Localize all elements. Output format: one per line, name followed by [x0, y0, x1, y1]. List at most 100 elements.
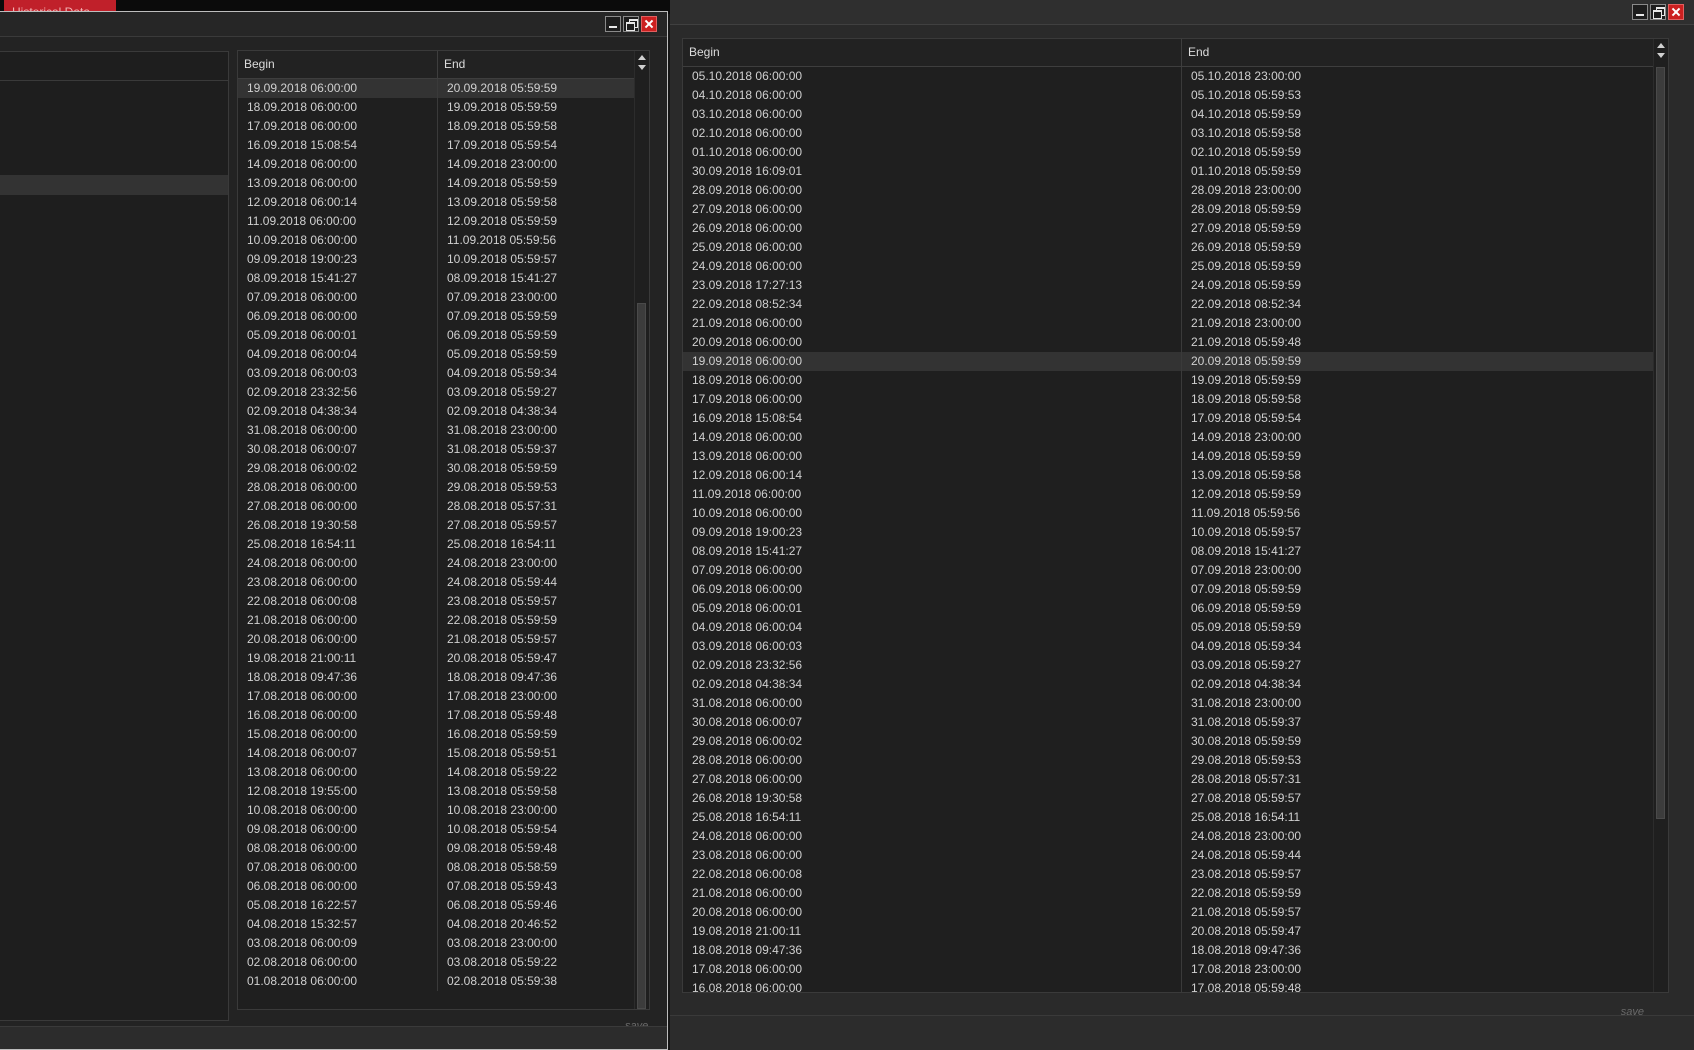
table-row[interactable]: 16.08.2018 06:00:00 17.08.2018 05:59:48: [238, 706, 635, 725]
table-row[interactable]: 07.09.2018 06:00:00 07.09.2018 23:00:00: [238, 288, 635, 307]
table-row[interactable]: 08.09.2018 15:41:27 08.09.2018 15:41:27: [238, 269, 635, 288]
table-row[interactable]: 04.10.2018 06:00:00 05.10.2018 05:59:53: [683, 86, 1654, 105]
table-row[interactable]: 14.09.2018 06:00:00 14.09.2018 23:00:00: [683, 428, 1654, 447]
table-row[interactable]: 14.09.2018 06:00:00 14.09.2018 23:00:00: [238, 155, 635, 174]
column-header-begin[interactable]: Begin: [238, 51, 438, 78]
scrollbar-thumb[interactable]: [1656, 67, 1665, 819]
restore-icon[interactable]: [1650, 4, 1666, 20]
table-row[interactable]: 20.08.2018 06:00:00 21.08.2018 05:59:57: [683, 903, 1654, 922]
table-row[interactable]: 21.08.2018 06:00:00 22.08.2018 05:59:59: [238, 611, 635, 630]
table-row[interactable]: 17.08.2018 06:00:00 17.08.2018 23:00:00: [238, 687, 635, 706]
table-row[interactable]: 29.08.2018 06:00:02 30.08.2018 05:59:59: [238, 459, 635, 478]
table-row[interactable]: 17.09.2018 06:00:00 18.09.2018 05:59:58: [238, 117, 635, 136]
close-icon[interactable]: [1668, 4, 1684, 20]
table-row[interactable]: 22.09.2018 08:52:34 22.09.2018 08:52:34: [683, 295, 1654, 314]
table-row[interactable]: 11.09.2018 06:00:00 12.09.2018 05:59:59: [238, 212, 635, 231]
table-row[interactable]: 12.08.2018 19:55:00 13.08.2018 05:59:58: [238, 782, 635, 801]
table-row[interactable]: 04.08.2018 15:32:57 04.08.2018 20:46:52: [238, 915, 635, 934]
table-row[interactable]: 19.09.2018 06:00:00 20.09.2018 05:59:59: [683, 352, 1654, 371]
table-row[interactable]: 27.08.2018 06:00:00 28.08.2018 05:57:31: [683, 770, 1654, 789]
table-row[interactable]: 16.09.2018 15:08:54 17.09.2018 05:59:54: [238, 136, 635, 155]
table-row[interactable]: 23.08.2018 06:00:00 24.08.2018 05:59:44: [238, 573, 635, 592]
table-row[interactable]: 18.08.2018 09:47:36 18.08.2018 09:47:36: [238, 668, 635, 687]
table-row[interactable]: 05.10.2018 06:00:00 05.10.2018 23:00:00: [683, 67, 1654, 86]
table-row[interactable]: 20.08.2018 06:00:00 21.08.2018 05:59:57: [238, 630, 635, 649]
table-row[interactable]: 25.08.2018 16:54:11 25.08.2018 16:54:11: [238, 535, 635, 554]
table-row[interactable]: 25.08.2018 16:54:11 25.08.2018 16:54:11: [683, 808, 1654, 827]
table-row[interactable]: 16.08.2018 06:00:00 17.08.2018 05:59:48: [683, 979, 1654, 992]
table-row[interactable]: 09.08.2018 06:00:00 10.08.2018 05:59:54: [238, 820, 635, 839]
vertical-scrollbar[interactable]: [634, 51, 649, 1009]
vertical-scrollbar[interactable]: [1653, 39, 1668, 992]
table-row[interactable]: 13.08.2018 06:00:00 14.08.2018 05:59:22: [238, 763, 635, 782]
table-row[interactable]: 21.09.2018 06:00:00 21.09.2018 23:00:00: [683, 314, 1654, 333]
table-row[interactable]: 17.08.2018 06:00:00 17.08.2018 23:00:00: [683, 960, 1654, 979]
table-row[interactable]: 03.09.2018 06:00:03 04.09.2018 05:59:34: [238, 364, 635, 383]
table-row[interactable]: 03.08.2018 06:00:09 03.08.2018 23:00:00: [238, 934, 635, 953]
table-row[interactable]: 10.09.2018 06:00:00 11.09.2018 05:59:56: [683, 504, 1654, 523]
scroll-up-icon[interactable]: [1657, 43, 1665, 48]
table-row[interactable]: 27.08.2018 06:00:00 28.08.2018 05:57:31: [238, 497, 635, 516]
table-row[interactable]: 02.09.2018 04:38:34 02.09.2018 04:38:34: [683, 675, 1654, 694]
table-row[interactable]: 19.08.2018 21:00:11 20.08.2018 05:59:47: [238, 649, 635, 668]
table-row[interactable]: 02.09.2018 23:32:56 03.09.2018 05:59:27: [683, 656, 1654, 675]
table-row[interactable]: 22.08.2018 06:00:08 23.08.2018 05:59:57: [683, 865, 1654, 884]
table-row[interactable]: 28.08.2018 06:00:00 29.08.2018 05:59:53: [238, 478, 635, 497]
table-row[interactable]: 22.08.2018 06:00:08 23.08.2018 05:59:57: [238, 592, 635, 611]
column-header-end[interactable]: End: [1182, 39, 1654, 66]
table-row[interactable]: 06.09.2018 06:00:00 07.09.2018 05:59:59: [238, 307, 635, 326]
table-row[interactable]: 12.09.2018 06:00:14 13.09.2018 05:59:58: [683, 466, 1654, 485]
table-row[interactable]: 04.09.2018 06:00:04 05.09.2018 05:59:59: [683, 618, 1654, 637]
table-row[interactable]: 11.09.2018 06:00:00 12.09.2018 05:59:59: [683, 485, 1654, 504]
table-row[interactable]: 02.09.2018 23:32:56 03.09.2018 05:59:27: [238, 383, 635, 402]
table-row[interactable]: 26.08.2018 19:30:58 27.08.2018 05:59:57: [238, 516, 635, 535]
table-row[interactable]: 30.08.2018 06:00:07 31.08.2018 05:59:37: [238, 440, 635, 459]
table-row[interactable]: 02.09.2018 04:38:34 02.09.2018 04:38:34: [238, 402, 635, 421]
table-row[interactable]: 05.09.2018 06:00:01 06.09.2018 05:59:59: [683, 599, 1654, 618]
table-row[interactable]: 05.08.2018 16:22:57 06.08.2018 05:59:46: [238, 896, 635, 915]
table-row[interactable]: 24.08.2018 06:00:00 24.08.2018 23:00:00: [683, 827, 1654, 846]
table-row[interactable]: 06.09.2018 06:00:00 07.09.2018 05:59:59: [683, 580, 1654, 599]
table-row[interactable]: 23.08.2018 06:00:00 24.08.2018 05:59:44: [683, 846, 1654, 865]
table-row[interactable]: 13.09.2018 06:00:00 14.09.2018 05:59:59: [238, 174, 635, 193]
table-row[interactable]: 21.08.2018 06:00:00 22.08.2018 05:59:59: [683, 884, 1654, 903]
table-row[interactable]: 07.09.2018 06:00:00 07.09.2018 23:00:00: [683, 561, 1654, 580]
table-row[interactable]: 03.10.2018 06:00:00 04.10.2018 05:59:59: [683, 105, 1654, 124]
table-row[interactable]: 07.08.2018 06:00:00 08.08.2018 05:58:59: [238, 858, 635, 877]
scroll-down-icon[interactable]: [1657, 53, 1665, 58]
minimize-icon[interactable]: [605, 16, 621, 32]
table-row[interactable]: 18.09.2018 06:00:00 19.09.2018 05:59:59: [238, 98, 635, 117]
table-row[interactable]: 19.09.2018 06:00:00 20.09.2018 05:59:59: [238, 79, 635, 98]
table-row[interactable]: 26.09.2018 06:00:00 27.09.2018 05:59:59: [683, 219, 1654, 238]
table-row[interactable]: 31.08.2018 06:00:00 31.08.2018 23:00:00: [683, 694, 1654, 713]
table-row[interactable]: 13.09.2018 06:00:00 14.09.2018 05:59:59: [683, 447, 1654, 466]
table-row[interactable]: 08.08.2018 06:00:00 09.08.2018 05:59:48: [238, 839, 635, 858]
table-row[interactable]: 18.09.2018 06:00:00 19.09.2018 05:59:59: [683, 371, 1654, 390]
table-row[interactable]: 16.09.2018 15:08:54 17.09.2018 05:59:54: [683, 409, 1654, 428]
table-row[interactable]: 20.09.2018 06:00:00 21.09.2018 05:59:48: [683, 333, 1654, 352]
table-row[interactable]: 29.08.2018 06:00:02 30.08.2018 05:59:59: [683, 732, 1654, 751]
column-header-begin[interactable]: Begin: [683, 39, 1182, 66]
table-row[interactable]: 19.08.2018 21:00:11 20.08.2018 05:59:47: [683, 922, 1654, 941]
table-row[interactable]: 05.09.2018 06:00:01 06.09.2018 05:59:59: [238, 326, 635, 345]
table-row[interactable]: 31.08.2018 06:00:00 31.08.2018 23:00:00: [238, 421, 635, 440]
table-row[interactable]: 23.09.2018 17:27:13 24.09.2018 05:59:59: [683, 276, 1654, 295]
table-row[interactable]: 10.08.2018 06:00:00 10.08.2018 23:00:00: [238, 801, 635, 820]
table-row[interactable]: 09.09.2018 19:00:23 10.09.2018 05:59:57: [238, 250, 635, 269]
close-icon[interactable]: [641, 16, 657, 32]
table-row[interactable]: 01.08.2018 06:00:00 02.08.2018 05:59:38: [238, 972, 635, 991]
navigation-selected-item[interactable]: [0, 175, 228, 195]
table-row[interactable]: 24.08.2018 06:00:00 24.08.2018 23:00:00: [238, 554, 635, 573]
table-row[interactable]: 14.08.2018 06:00:07 15.08.2018 05:59:51: [238, 744, 635, 763]
table-row[interactable]: 25.09.2018 06:00:00 26.09.2018 05:59:59: [683, 238, 1654, 257]
table-row[interactable]: 15.08.2018 06:00:00 16.08.2018 05:59:59: [238, 725, 635, 744]
window-titlebar[interactable]: [670, 0, 1694, 25]
table-row[interactable]: 12.09.2018 06:00:14 13.09.2018 05:59:58: [238, 193, 635, 212]
scroll-down-icon[interactable]: [638, 65, 646, 70]
table-row[interactable]: 26.08.2018 19:30:58 27.08.2018 05:59:57: [683, 789, 1654, 808]
table-row[interactable]: 28.08.2018 06:00:00 29.08.2018 05:59:53: [683, 751, 1654, 770]
table-row[interactable]: 17.09.2018 06:00:00 18.09.2018 05:59:58: [683, 390, 1654, 409]
scroll-up-icon[interactable]: [638, 55, 646, 60]
table-row[interactable]: 24.09.2018 06:00:00 25.09.2018 05:59:59: [683, 257, 1654, 276]
restore-icon[interactable]: [623, 16, 639, 32]
